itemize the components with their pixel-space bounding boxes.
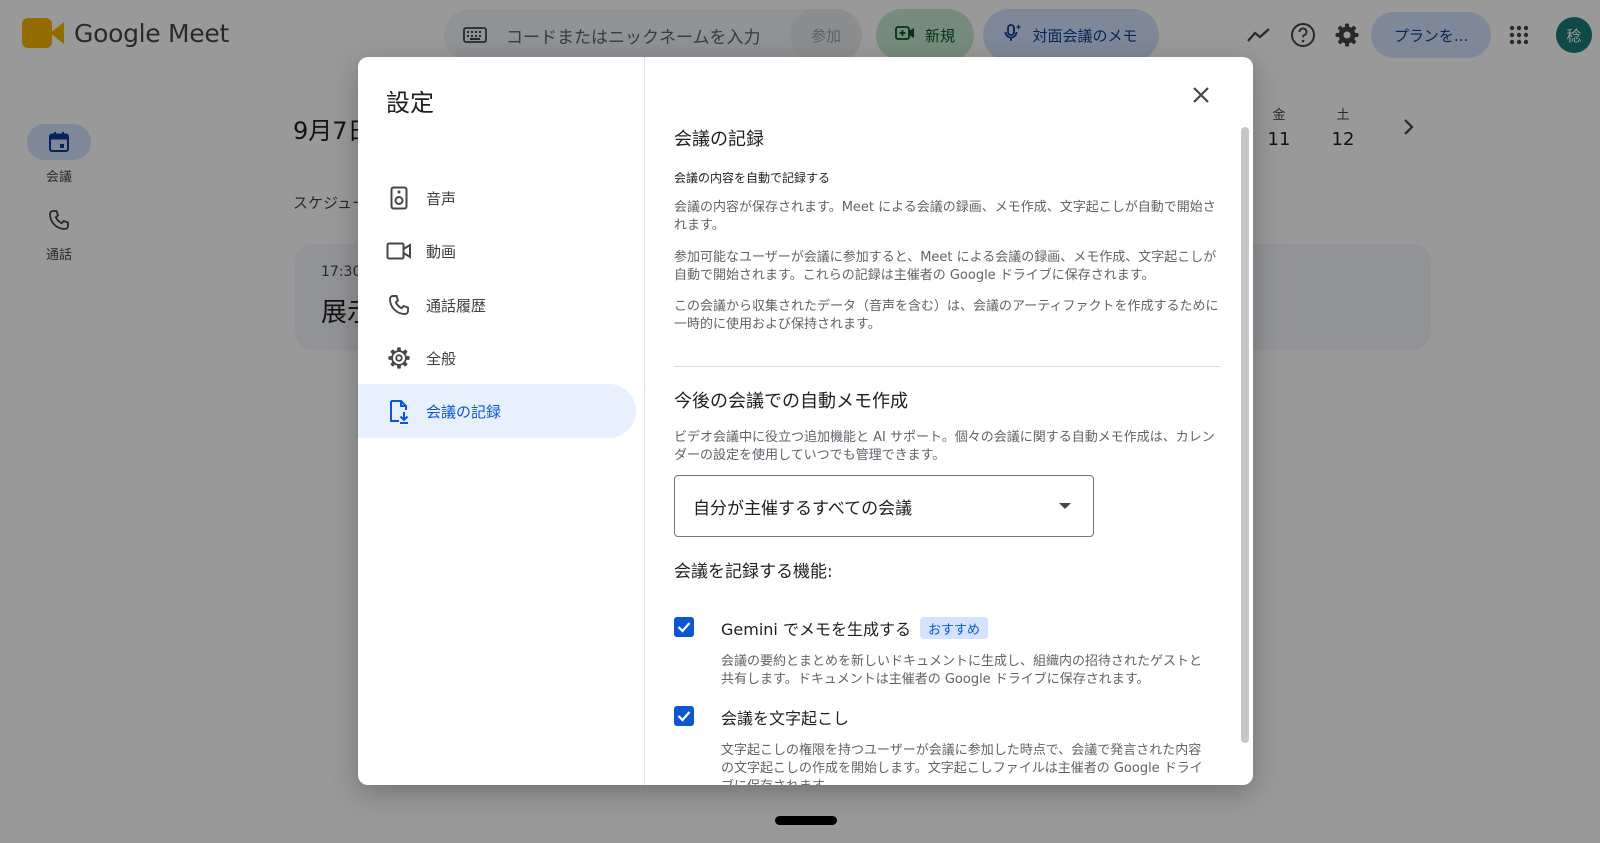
dialog-title: 設定 bbox=[386, 89, 434, 117]
records-description-2: 参加可能なユーザーが会議に参加すると、Meet による会議の録画、メモ作成、文字… bbox=[674, 250, 1217, 283]
settings-menu-meeting-records[interactable]: 会議の記録 bbox=[358, 384, 636, 438]
settings-sidebar: 設定 音声 動画 通話履歴 全般 会議の記録 bbox=[358, 57, 645, 785]
transcribe-description: 文字起こしの権限を持つユーザーが会議に参加した時点で、会議で発言された内容の文字… bbox=[721, 743, 1203, 785]
file-download-icon bbox=[386, 398, 412, 424]
auto-record-subheading: 会議の内容を自動で記録する bbox=[674, 171, 831, 185]
scrollbar[interactable] bbox=[1241, 127, 1249, 743]
home-indicator bbox=[775, 816, 837, 825]
transcribe-label[interactable]: 会議を文字起こし bbox=[721, 705, 849, 729]
checkmark-icon bbox=[677, 707, 691, 726]
close-icon bbox=[1192, 86, 1210, 108]
close-button[interactable] bbox=[1181, 77, 1221, 117]
videocam-icon bbox=[386, 238, 412, 264]
phone-icon bbox=[386, 292, 412, 318]
gemini-notes-description: 会議の要約とまとめを新しいドキュメントに生成し、組織内の招待されたゲストと共有し… bbox=[721, 654, 1203, 687]
settings-content: 会議の記録 会議の内容を自動で記録する 会議の内容が保存されます。Meet によ… bbox=[646, 57, 1253, 785]
features-heading: 会議を記録する機能: bbox=[674, 562, 833, 582]
gemini-notes-checkbox[interactable] bbox=[674, 617, 694, 637]
settings-menu-general[interactable]: 全般 bbox=[358, 331, 636, 385]
recommended-badge: おすすめ bbox=[920, 617, 989, 639]
settings-menu-video[interactable]: 動画 bbox=[358, 224, 636, 278]
settings-menu-call-history[interactable]: 通話履歴 bbox=[358, 278, 636, 332]
records-description-3: この会議から収集されたデータ（音声を含む）は、会議のアーティファクトを作成するた… bbox=[674, 299, 1219, 332]
scrollbar-thumb[interactable] bbox=[1241, 127, 1249, 743]
auto-notes-description: ビデオ会議中に役立つ追加機能と AI サポート。個々の会議に関する自動メモ作成は… bbox=[674, 430, 1215, 463]
select-value: 自分が主催するすべての会議 bbox=[693, 498, 913, 519]
gemini-notes-label[interactable]: Gemini でメモを生成する bbox=[721, 616, 911, 640]
records-description-1: 会議の内容が保存されます。Meet による会議の録画、メモ作成、文字起こしが自動… bbox=[674, 200, 1216, 233]
settings-menu-audio[interactable]: 音声 bbox=[358, 171, 636, 225]
dropdown-arrow-icon bbox=[1059, 503, 1071, 509]
checkmark-icon bbox=[677, 618, 691, 637]
speaker-icon bbox=[386, 185, 412, 211]
section-heading-records: 会議の記録 bbox=[674, 129, 764, 150]
auto-notes-scope-select[interactable]: 自分が主催するすべての会議 bbox=[674, 475, 1094, 537]
section-heading-auto-notes: 今後の会議での自動メモ作成 bbox=[674, 391, 908, 412]
settings-dialog: 設定 音声 動画 通話履歴 全般 会議の記録 会議の記録 会議の内容を自動で記録… bbox=[358, 57, 1253, 785]
section-divider bbox=[674, 366, 1220, 367]
gear-icon bbox=[386, 345, 412, 371]
transcribe-checkbox[interactable] bbox=[674, 706, 694, 726]
